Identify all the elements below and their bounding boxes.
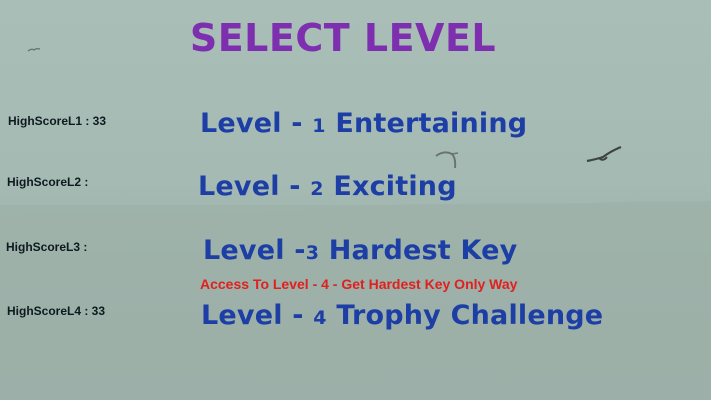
level-2-name: Exciting [323,171,457,202]
level-4-number: 4 [313,307,327,329]
level-4-unlock-notice: Access To Level - 4 - Get Hardest Key On… [200,276,518,292]
level-2-button[interactable]: Level - 2 Exciting [198,171,457,202]
level-3-name: Hardest Key [319,235,518,266]
page-title: SELECT LEVEL [189,16,497,60]
level-3-button[interactable]: Level -3 Hardest Key [203,235,517,266]
level-1-name: Entertaining [325,108,528,139]
high-score-level-1: HighScoreL1 : 33 [8,114,107,128]
level-4-prefix: Level - [201,300,314,331]
game-background: SELECT LEVEL HighScoreL1 : 33 HighScoreL… [0,0,711,400]
level-1-number: 1 [312,115,326,137]
high-score-level-3: HighScoreL3 : [6,240,88,254]
high-score-level-4: HighScoreL4 : 33 [7,304,106,318]
level-4-name: Trophy Challenge [326,300,604,331]
level-3-number: 3 [305,242,320,264]
level-1-button[interactable]: Level - 1 Entertaining [200,108,527,139]
level-3-prefix: Level - [203,235,306,266]
level-2-prefix: Level - [198,171,311,202]
level-1-prefix: Level - [200,108,313,139]
level-4-button[interactable]: Level - 4 Trophy Challenge [201,300,603,331]
high-score-level-2: HighScoreL2 : [7,175,89,189]
level-2-number: 2 [310,178,324,200]
bird-icon [586,145,622,163]
